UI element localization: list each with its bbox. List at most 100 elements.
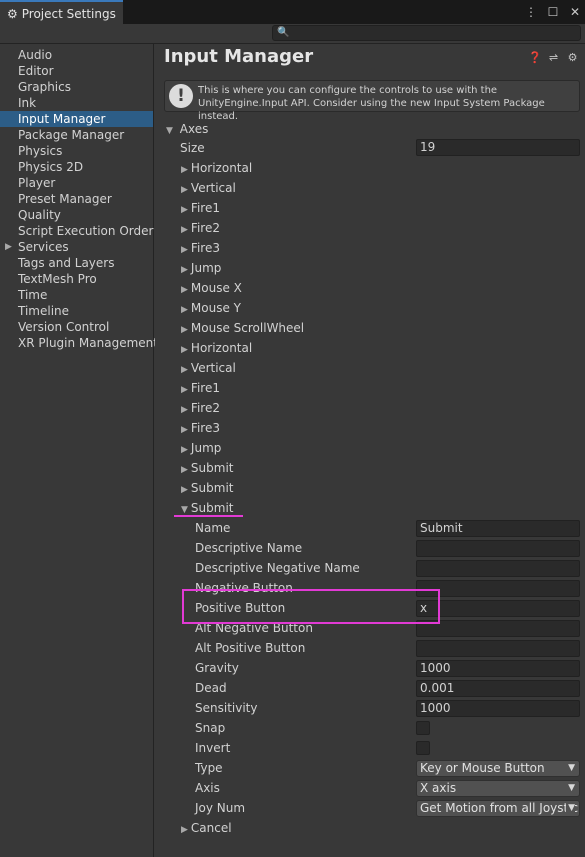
collapsed-arrow-icon[interactable]: ▶ <box>181 185 188 195</box>
alt-positive-button-field[interactable] <box>416 640 580 657</box>
axis-item[interactable]: ▶ Jump <box>181 439 221 457</box>
size-field[interactable]: 19 <box>416 139 580 156</box>
axis-item[interactable]: ▶ Horizontal <box>181 339 252 357</box>
collapsed-arrow-icon[interactable]: ▶ <box>181 265 188 275</box>
sidebar-item-graphics[interactable]: Graphics <box>0 79 153 95</box>
sidebar-item-timeline[interactable]: Timeline <box>0 303 153 319</box>
snap-checkbox[interactable] <box>416 721 430 735</box>
axis-label: Submit <box>190 481 234 495</box>
collapsed-arrow-icon[interactable]: ▶ <box>181 465 188 475</box>
axis-dropdown[interactable]: X axis ▼ <box>416 780 580 797</box>
search-row: 🔍 <box>0 24 585 44</box>
axis-label: Vertical <box>190 181 236 195</box>
axis-item[interactable]: ▶ Mouse X <box>181 279 242 297</box>
negative-button-field[interactable] <box>416 580 580 597</box>
collapsed-arrow-icon[interactable]: ▶ <box>181 225 188 235</box>
sidebar-item-script-execution-order[interactable]: Script Execution Order <box>0 223 153 239</box>
preset-icon[interactable]: ⇌ <box>547 51 560 64</box>
sidebar-item-time[interactable]: Time <box>0 287 153 303</box>
axis-label: Cancel <box>190 821 232 835</box>
sidebar-item-package-manager[interactable]: Package Manager <box>0 127 153 143</box>
sidebar-item-physics[interactable]: Physics <box>0 143 153 159</box>
dead-field[interactable]: 0.001 <box>416 680 580 697</box>
sidebar-item-services[interactable]: ▶ Services <box>0 239 153 255</box>
collapsed-arrow-icon[interactable]: ▶ <box>181 165 188 175</box>
collapsed-arrow-icon[interactable]: ▶ <box>181 365 188 375</box>
collapsed-arrow-icon[interactable]: ▶ <box>181 445 188 455</box>
positive-button-field[interactable]: x <box>416 600 580 617</box>
sidebar-item-editor[interactable]: Editor <box>0 63 153 79</box>
axis-item[interactable]: ▶ Horizontal <box>181 159 252 177</box>
collapsed-arrow-icon[interactable]: ▶ <box>181 385 188 395</box>
axis-label: Submit <box>190 461 234 475</box>
axis-item[interactable]: ▶ Mouse ScrollWheel <box>181 319 304 337</box>
collapsed-arrow-icon[interactable]: ▶ <box>181 305 188 315</box>
collapsed-arrow-icon[interactable]: ▶ <box>181 485 188 495</box>
sidebar-item-ink[interactable]: Ink <box>0 95 153 111</box>
sensitivity-field[interactable]: 1000 <box>416 700 580 717</box>
expanded-arrow-icon[interactable]: ▼ <box>181 505 188 515</box>
axis-item[interactable]: ▶ Mouse Y <box>181 299 241 317</box>
settings-gear-icon[interactable]: ⚙ <box>566 51 579 64</box>
axis-label: Fire3 <box>190 421 220 435</box>
collapsed-arrow-icon[interactable]: ▶ <box>181 245 188 255</box>
more-options-icon[interactable]: ⋮ <box>525 4 537 20</box>
size-label: Size <box>180 141 205 155</box>
axis-item[interactable]: ▶ Submit <box>181 479 234 497</box>
sidebar-item-input-manager[interactable]: Input Manager <box>0 111 153 127</box>
dead-label: Dead <box>195 681 227 695</box>
alt-negative-button-field[interactable] <box>416 620 580 637</box>
joy-num-dropdown[interactable]: Get Motion from all Joysticks ▼ <box>416 800 580 817</box>
help-icon[interactable]: ❓ <box>528 51 542 64</box>
collapsed-arrow-icon[interactable]: ▶ <box>181 825 188 835</box>
sidebar-item-audio[interactable]: Audio <box>0 47 153 63</box>
sidebar-item-textmesh-pro[interactable]: TextMesh Pro <box>0 271 153 287</box>
axis-label: Jump <box>190 261 222 275</box>
axis-item[interactable]: ▶ Fire3 <box>181 239 220 257</box>
axis-item[interactable]: ▶ Vertical <box>181 359 236 377</box>
descriptive-name-label: Descriptive Name <box>195 541 303 555</box>
type-dropdown[interactable]: Key or Mouse Button ▼ <box>416 760 580 777</box>
axis-item[interactable]: ▶ Fire2 <box>181 399 220 417</box>
sidebar-item-player[interactable]: Player <box>0 175 153 191</box>
axis-label: Mouse ScrollWheel <box>190 321 305 335</box>
collapsed-arrow-icon[interactable]: ▶ <box>181 405 188 415</box>
collapsed-arrow-icon[interactable]: ▶ <box>181 205 188 215</box>
collapsed-arrow-icon[interactable]: ▶ <box>181 285 188 295</box>
tab-label: Project Settings <box>21 6 116 21</box>
axis-item[interactable]: ▶ Fire1 <box>181 199 220 217</box>
collapsed-arrow-icon[interactable]: ▶ <box>181 425 188 435</box>
gravity-field[interactable]: 1000 <box>416 660 580 677</box>
collapsed-arrow-icon[interactable]: ▶ <box>181 345 188 355</box>
axis-item[interactable]: ▶ Vertical <box>181 179 236 197</box>
axis-item[interactable]: ▶ Fire1 <box>181 379 220 397</box>
descriptive-name-field[interactable] <box>416 540 580 557</box>
collapsed-arrow-icon[interactable]: ▶ <box>181 325 188 335</box>
axes-foldout[interactable]: ▼ Axes <box>166 120 208 138</box>
axis-label: Vertical <box>190 361 236 375</box>
descriptive-negative-name-field[interactable] <box>416 560 580 577</box>
axis-label: Horizontal <box>190 341 253 355</box>
axis-item[interactable]: ▶ Cancel <box>181 819 232 837</box>
tab-project-settings[interactable]: ⚙ Project Settings <box>0 0 123 25</box>
axis-dropdown-value: X axis <box>420 781 457 795</box>
name-field[interactable]: Submit <box>416 520 580 537</box>
close-icon[interactable]: ✕ <box>569 4 581 20</box>
sidebar-item-preset-manager[interactable]: Preset Manager <box>0 191 153 207</box>
expand-arrow-icon[interactable]: ▶ <box>5 239 12 255</box>
axis-item[interactable]: ▶ Submit <box>181 459 234 477</box>
descriptive-negative-name-label: Descriptive Negative Name <box>195 561 360 575</box>
annotation-highlight-box <box>182 589 440 624</box>
sidebar-item-version-control[interactable]: Version Control <box>0 319 153 335</box>
axis-item[interactable]: ▶ Fire2 <box>181 219 220 237</box>
invert-checkbox[interactable] <box>416 741 430 755</box>
invert-label: Invert <box>195 741 231 755</box>
sidebar-item-quality[interactable]: Quality <box>0 207 153 223</box>
maximize-icon[interactable]: ☐ <box>547 4 559 20</box>
search-input[interactable]: 🔍 <box>272 25 581 41</box>
sidebar-item-physics-2d[interactable]: Physics 2D <box>0 159 153 175</box>
sidebar-item-xr-plugin-management[interactable]: XR Plugin Management <box>0 335 158 351</box>
sidebar-item-tags-and-layers[interactable]: Tags and Layers <box>0 255 153 271</box>
axis-item[interactable]: ▶ Jump <box>181 259 221 277</box>
axis-item[interactable]: ▶ Fire3 <box>181 419 220 437</box>
